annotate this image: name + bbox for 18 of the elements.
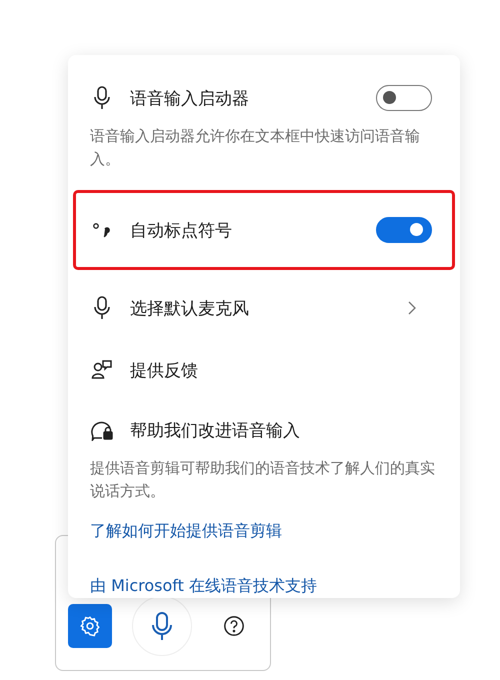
help-icon bbox=[223, 615, 245, 637]
item-label: 提供反馈 bbox=[130, 360, 199, 382]
microphone-icon bbox=[150, 611, 174, 641]
settings-button[interactable] bbox=[68, 604, 112, 648]
settings-icon bbox=[79, 615, 101, 637]
item-label: 帮助我们改进语音输入 bbox=[130, 420, 301, 442]
chat-lock-icon bbox=[90, 419, 114, 441]
chevron-icon bbox=[408, 301, 416, 315]
item-label: 语音输入启动器 bbox=[130, 88, 250, 110]
item-label: 选择默认麦克风 bbox=[130, 298, 250, 320]
feedback-icon bbox=[90, 359, 114, 381]
description-text: 提供语音剪辑可帮助我们的语音技术了解人们的真实说话方式。 bbox=[90, 458, 436, 502]
item-label: 自动标点符号 bbox=[130, 220, 233, 242]
support-link[interactable]: 由 Microsoft 在线语音技术支持 bbox=[90, 576, 438, 597]
learn-link[interactable]: 了解如何开始提供语音剪辑 bbox=[90, 521, 438, 542]
toggle-switch[interactable] bbox=[376, 217, 432, 243]
description-text: 语音输入启动器允许你在文本框中快速访问语音输入。 bbox=[90, 126, 421, 170]
toggle-switch[interactable] bbox=[376, 85, 432, 111]
